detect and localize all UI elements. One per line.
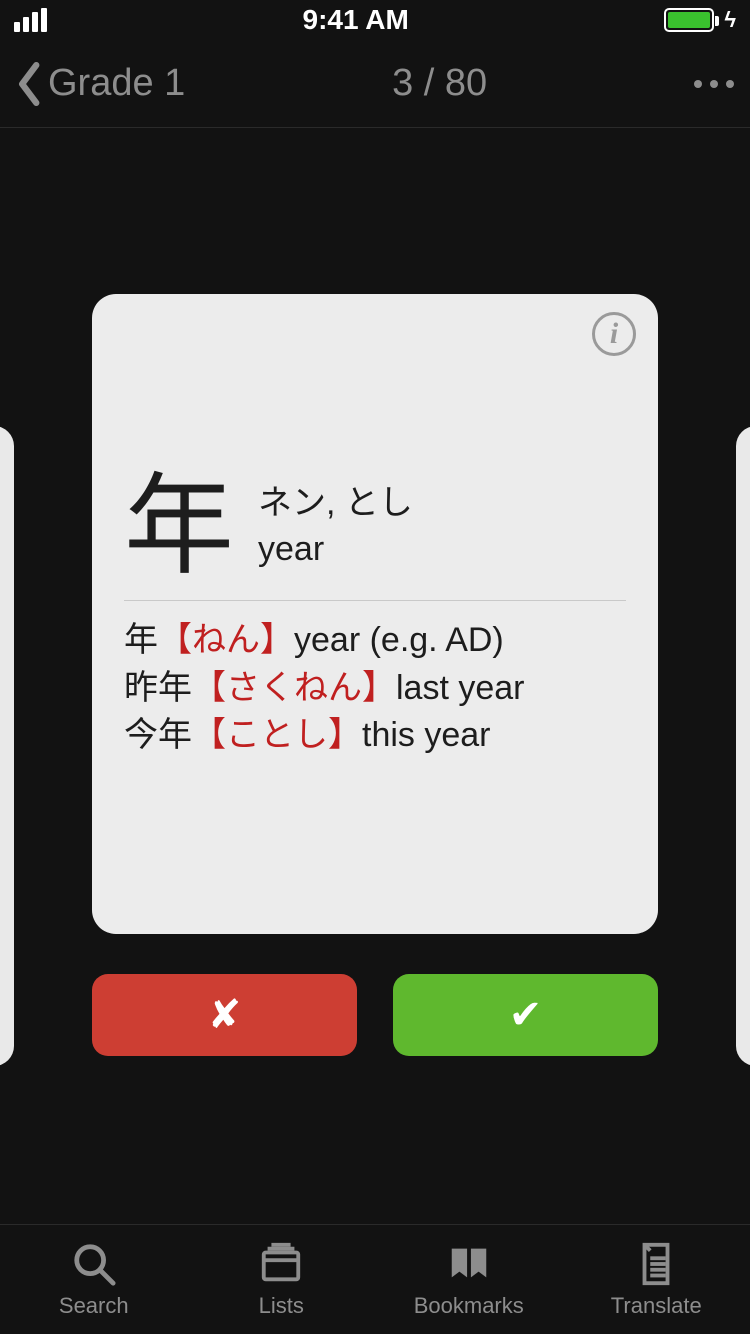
tab-label: Lists	[259, 1293, 304, 1319]
example-row: 昨年【さくねん】last year	[124, 665, 626, 713]
tab-translate[interactable]: Translate	[576, 1241, 736, 1319]
tab-search[interactable]: Search	[14, 1241, 174, 1319]
tab-lists[interactable]: Lists	[201, 1241, 361, 1319]
nav-bar: Grade 1 3 / 80	[0, 40, 750, 128]
info-icon: i	[610, 317, 618, 351]
check-icon: ✔	[509, 992, 543, 1038]
battery-status: ϟ	[664, 7, 736, 33]
tab-label: Bookmarks	[414, 1293, 524, 1319]
chevron-left-icon	[16, 62, 44, 106]
search-icon	[71, 1241, 117, 1287]
status-bar: 9:41 AM ϟ	[0, 0, 750, 40]
example-row: 今年【ことし】this year	[124, 712, 626, 760]
charging-icon: ϟ	[724, 7, 736, 33]
tab-bookmarks[interactable]: Bookmarks	[389, 1241, 549, 1319]
correct-button[interactable]: ✔	[393, 974, 658, 1056]
kanji-header: 年 ネン, とし year	[124, 472, 626, 582]
kanji-readings: ネン, とし year	[258, 481, 413, 573]
more-button[interactable]	[694, 80, 734, 88]
example-list: 年【ねん】year (e.g. AD) 昨年【さくねん】last year 今年…	[124, 617, 626, 760]
back-button[interactable]: Grade 1	[16, 62, 185, 106]
ellipsis-icon	[694, 80, 702, 88]
tab-bar: Search Lists Bookmarks Translate	[0, 1224, 750, 1334]
meaning-line: year	[258, 527, 413, 573]
signal-strength	[14, 8, 47, 32]
example-row: 年【ねん】year (e.g. AD)	[124, 617, 626, 665]
battery-icon	[664, 8, 714, 32]
answer-buttons: ✘ ✔	[92, 974, 658, 1056]
tab-label: Search	[59, 1293, 129, 1319]
lists-icon	[258, 1241, 304, 1287]
translate-icon	[633, 1241, 679, 1287]
progress-counter: 3 / 80	[392, 62, 487, 105]
flashcard-area: i 年 ネン, とし year 年【ねん】year (e.g. AD) 昨年【さ…	[0, 128, 750, 1224]
signal-icon	[14, 8, 47, 32]
reading-line: ネン, とし	[258, 481, 413, 527]
tab-label: Translate	[611, 1293, 702, 1319]
status-time: 9:41 AM	[303, 4, 409, 36]
info-button[interactable]: i	[592, 312, 636, 356]
card-divider	[124, 600, 626, 601]
cross-icon: ✘	[208, 992, 242, 1038]
kanji-character: 年	[124, 472, 234, 582]
bookmarks-icon	[446, 1241, 492, 1287]
back-label: Grade 1	[48, 62, 185, 105]
wrong-button[interactable]: ✘	[92, 974, 357, 1056]
flashcard[interactable]: i 年 ネン, とし year 年【ねん】year (e.g. AD) 昨年【さ…	[92, 294, 658, 934]
